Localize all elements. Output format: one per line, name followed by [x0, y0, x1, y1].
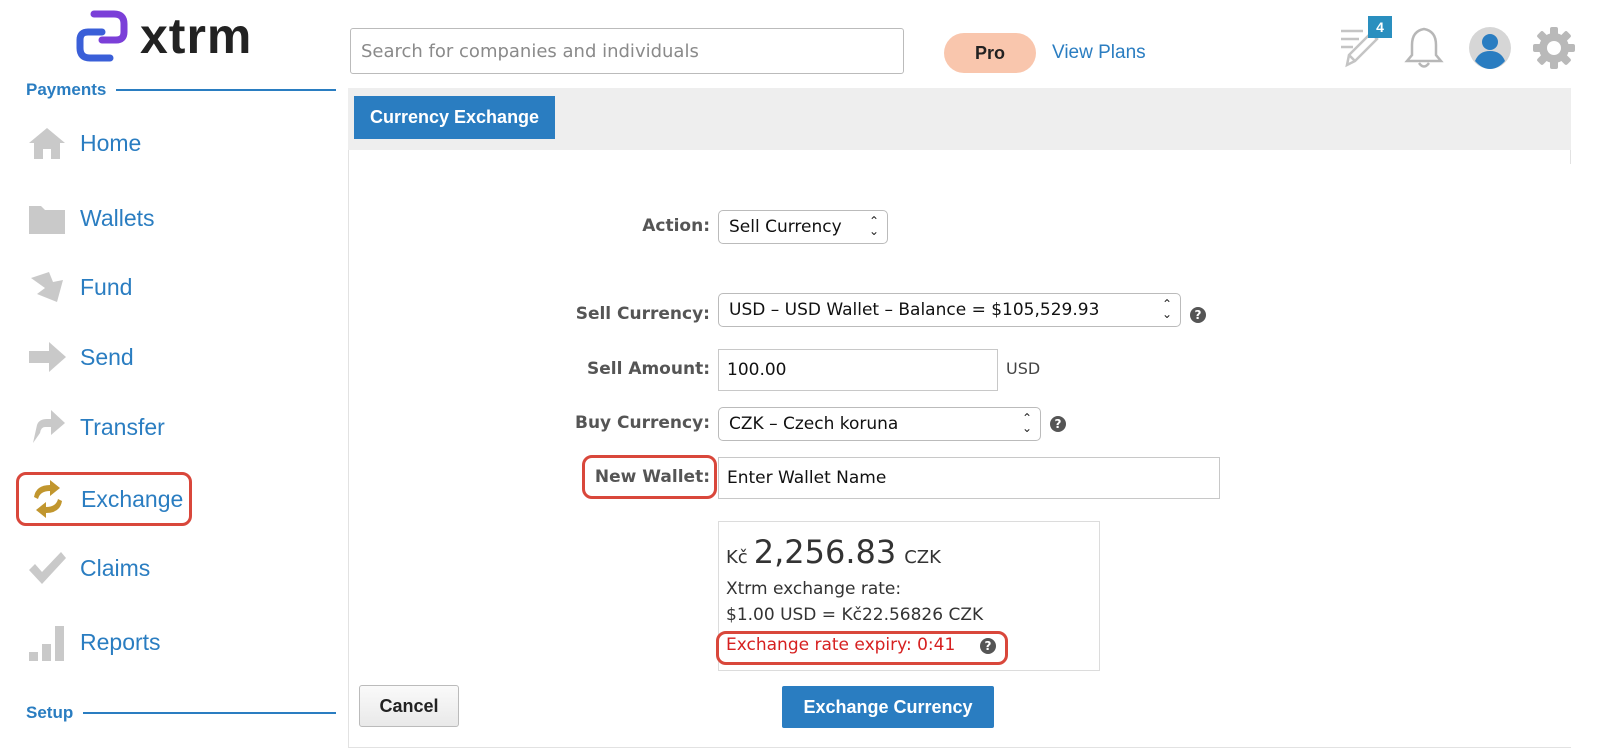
- sidebar-item-exchange[interactable]: Exchange: [16, 472, 193, 526]
- user-avatar-icon[interactable]: [1464, 22, 1516, 74]
- new-wallet-value: Enter Wallet Name: [727, 468, 887, 488]
- sidebar-item-wallets[interactable]: Wallets: [26, 193, 155, 243]
- folder-icon: [26, 197, 68, 239]
- sell-currency-label: Sell Currency:: [575, 304, 710, 324]
- sell-amount-value: 100.00: [727, 360, 787, 380]
- select-arrows-icon: ⌃ ⌄: [1021, 411, 1032, 435]
- section-divider: [116, 89, 336, 91]
- rate-value: $1.00 USD = Kč22.56826 CZK: [726, 605, 984, 625]
- help-icon[interactable]: ?: [980, 638, 996, 654]
- sidebar-item-label: Claims: [80, 554, 151, 581]
- pro-plan-badge[interactable]: Pro: [944, 33, 1036, 73]
- sidebar-item-label: Wallets: [80, 204, 155, 231]
- sidebar-item-label: Home: [80, 129, 142, 156]
- select-arrows-icon: ⌃ ⌄: [868, 214, 879, 238]
- action-select[interactable]: Sell Currency ⌃ ⌄: [718, 210, 888, 244]
- sidebar-item-transfer[interactable]: Transfer: [26, 402, 165, 452]
- new-wallet-input[interactable]: Enter Wallet Name: [718, 457, 1220, 499]
- sidebar-item-label: Reports: [80, 628, 161, 655]
- buy-currency-select-value: CZK – Czech koruna: [729, 414, 899, 434]
- new-wallet-label: New Wallet:: [594, 467, 710, 487]
- tasks-count-badge: 4: [1368, 16, 1392, 38]
- converted-currency: CZK: [904, 547, 941, 568]
- action-select-value: Sell Currency: [729, 217, 842, 237]
- section-setup-label: Setup: [26, 703, 74, 722]
- search-input[interactable]: [350, 28, 904, 74]
- action-label: Action:: [642, 216, 710, 236]
- panel-edge: [1570, 150, 1571, 164]
- sidebar-item-label: Transfer: [80, 413, 165, 440]
- section-payments: Payments: [26, 80, 336, 100]
- xtrm-logo[interactable]: xtrm: [74, 8, 252, 64]
- buy-currency-label: Buy Currency:: [575, 413, 710, 433]
- sidebar-item-label: Send: [80, 343, 134, 370]
- sell-currency-select[interactable]: USD – USD Wallet – Balance = $105,529.93…: [718, 293, 1181, 327]
- rate-label: Xtrm exchange rate:: [726, 579, 902, 599]
- converted-amount-value: 2,256.83: [753, 533, 897, 571]
- section-payments-label: Payments: [26, 80, 107, 99]
- currency-symbol: Kč: [726, 547, 748, 568]
- sell-currency-select-value: USD – USD Wallet – Balance = $105,529.93: [729, 300, 1100, 320]
- sidebar-item-home[interactable]: Home: [26, 118, 141, 168]
- view-plans-link[interactable]: View Plans: [1052, 42, 1146, 64]
- xtrm-logo-icon: [76, 10, 128, 62]
- sell-amount-unit: USD: [1006, 359, 1041, 378]
- brand-name: xtrm: [140, 8, 253, 64]
- checkmark-icon: [26, 547, 68, 589]
- transfer-arrow-icon: [26, 406, 68, 448]
- send-arrow-icon: [26, 336, 68, 378]
- sidebar-item-label: Fund: [80, 273, 133, 300]
- exchange-currency-button[interactable]: Exchange Currency: [782, 686, 994, 728]
- exchange-icon: [27, 478, 69, 520]
- section-setup: Setup: [26, 703, 336, 723]
- sell-amount-input[interactable]: 100.00: [718, 349, 998, 391]
- sell-amount-label: Sell Amount:: [586, 359, 710, 379]
- cancel-button[interactable]: Cancel: [359, 685, 459, 727]
- bell-icon[interactable]: [1398, 22, 1450, 74]
- tab-currency-exchange[interactable]: Currency Exchange: [354, 96, 556, 139]
- buy-currency-select[interactable]: CZK – Czech koruna ⌃ ⌄: [718, 407, 1041, 441]
- sidebar-item-fund[interactable]: Fund: [26, 262, 132, 312]
- sidebar-item-send[interactable]: Send: [26, 332, 134, 382]
- home-icon: [26, 122, 68, 164]
- converted-amount: Kč 2,256.83 CZK: [726, 533, 941, 571]
- fund-arrow-icon: [26, 266, 68, 308]
- bar-chart-icon: [26, 621, 68, 663]
- gear-icon[interactable]: [1528, 22, 1580, 74]
- sidebar-item-claims[interactable]: Claims: [26, 543, 150, 593]
- sidebar-item-reports[interactable]: Reports: [26, 617, 161, 667]
- select-arrows-icon: ⌃ ⌄: [1161, 297, 1172, 321]
- help-icon[interactable]: ?: [1190, 307, 1206, 323]
- section-divider: [83, 712, 336, 714]
- rate-expiry: Exchange rate expiry: 0:41: [726, 635, 956, 655]
- help-icon[interactable]: ?: [1050, 416, 1066, 432]
- sidebar-item-label: Exchange: [81, 485, 184, 512]
